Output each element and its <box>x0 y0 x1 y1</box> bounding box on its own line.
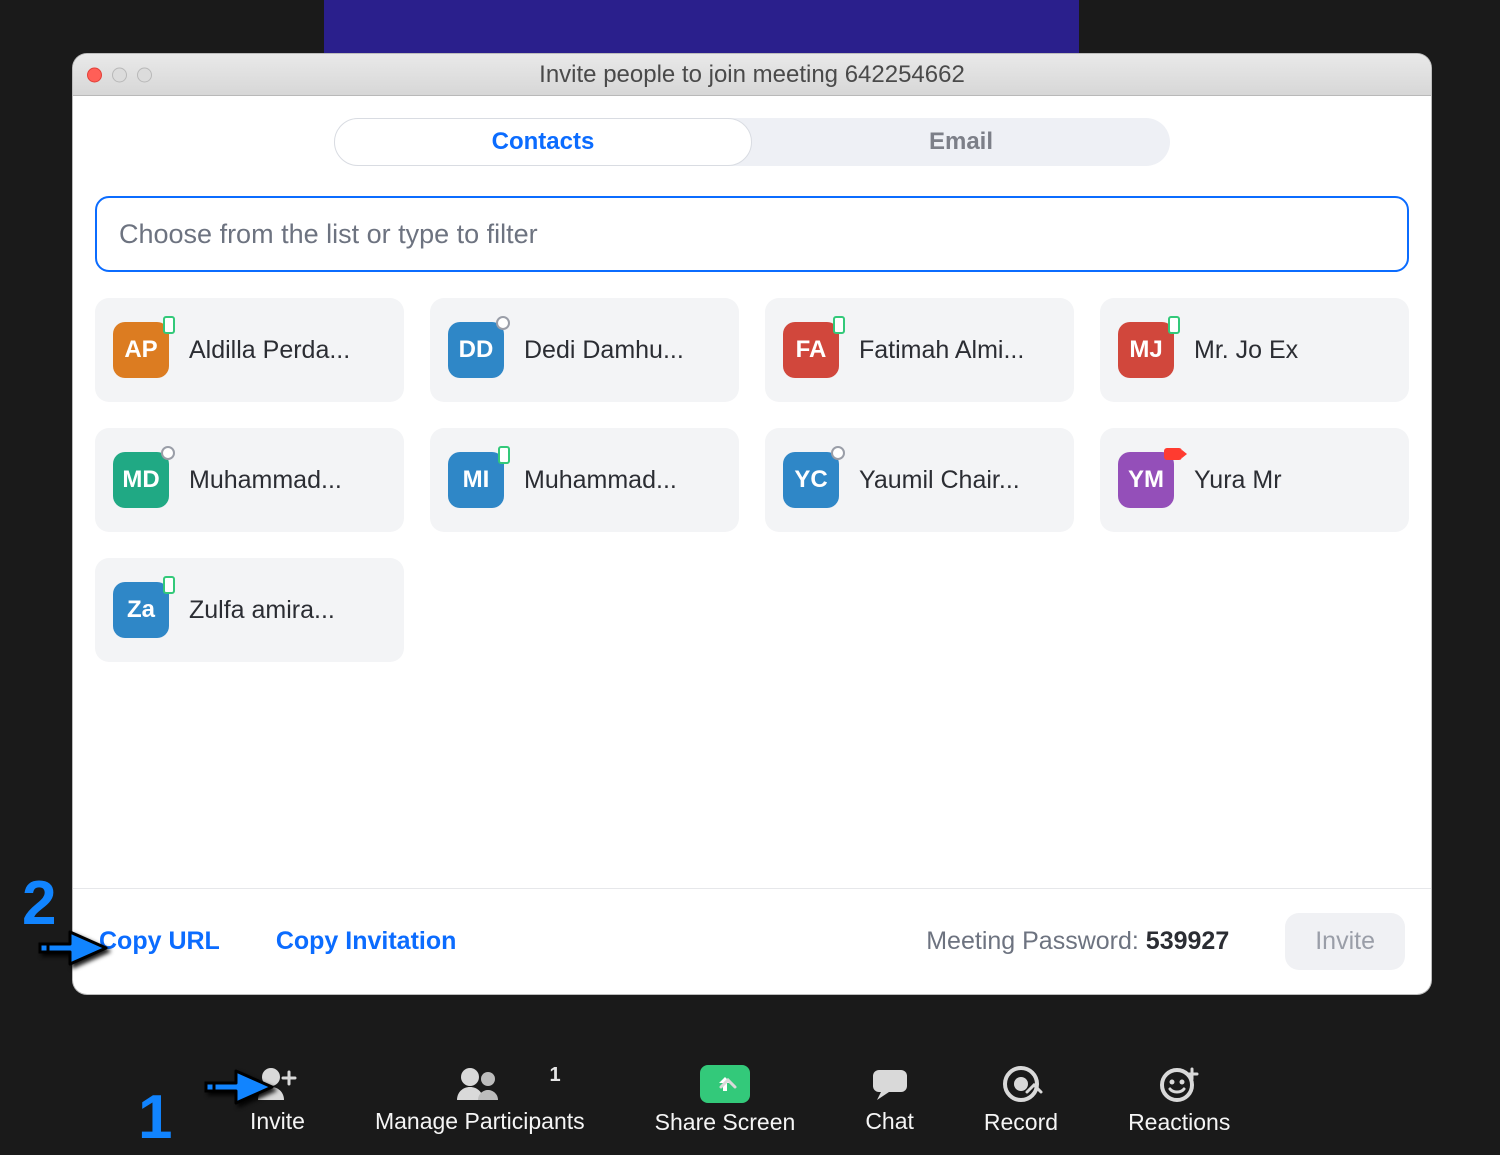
presence-indicator-icon <box>1164 448 1182 460</box>
meeting-password-label: Meeting Password: <box>926 927 1139 955</box>
avatar: Za <box>113 582 169 638</box>
avatar: YC <box>783 452 839 508</box>
contact-name: Muhammad... <box>189 466 386 495</box>
participants-count-badge: 1 <box>550 1064 561 1087</box>
toolbar-reactions-label: Reactions <box>1128 1109 1230 1136</box>
contact-name: Yura Mr <box>1194 466 1391 495</box>
avatar: YM <box>1118 452 1174 508</box>
contact-card[interactable]: FA Fatimah Almi... <box>765 298 1074 402</box>
presence-indicator-icon <box>496 316 510 330</box>
contact-filter-input[interactable] <box>95 196 1409 272</box>
contact-name: Fatimah Almi... <box>859 336 1056 365</box>
annotation-step-1-number: 1 <box>138 1082 172 1153</box>
close-window-button[interactable] <box>87 67 102 82</box>
toolbar-chat[interactable]: Chat <box>865 1066 914 1135</box>
contact-card[interactable]: DD Dedi Damhu... <box>430 298 739 402</box>
share-screen-chevron-icon[interactable] <box>717 1073 739 1095</box>
avatar-wrap: Za <box>113 582 169 638</box>
avatar-wrap: YC <box>783 452 839 508</box>
toolbar-record[interactable]: Record <box>984 1065 1058 1136</box>
avatar: FA <box>783 322 839 378</box>
toolbar-share-screen[interactable]: Share Screen <box>655 1065 796 1136</box>
contact-name: Muhammad... <box>524 466 721 495</box>
reactions-icon <box>1159 1065 1199 1103</box>
participants-icon <box>454 1066 506 1102</box>
tab-contacts[interactable]: Contacts <box>334 118 752 166</box>
avatar: MI <box>448 452 504 508</box>
avatar-wrap: DD <box>448 322 504 378</box>
presence-indicator-icon <box>163 316 175 334</box>
dialog-footer: Copy URL Copy Invitation Meeting Passwor… <box>73 888 1431 994</box>
copy-url-button[interactable]: Copy URL <box>99 927 220 956</box>
avatar: AP <box>113 322 169 378</box>
contact-name: Mr. Jo Ex <box>1194 336 1391 365</box>
invite-button[interactable]: Invite <box>1285 913 1405 970</box>
avatar-wrap: MD <box>113 452 169 508</box>
contact-card[interactable]: YC Yaumil Chair... <box>765 428 1074 532</box>
avatar-wrap: FA <box>783 322 839 378</box>
annotation-pointer-2-icon <box>34 920 112 976</box>
meeting-password-value: 539927 <box>1146 927 1229 955</box>
avatar-wrap: AP <box>113 322 169 378</box>
contact-card[interactable]: MI Muhammad... <box>430 428 739 532</box>
avatar: MD <box>113 452 169 508</box>
copy-invitation-button[interactable]: Copy Invitation <box>276 927 457 956</box>
presence-indicator-icon <box>833 316 845 334</box>
annotation-pointer-1-icon <box>200 1059 278 1115</box>
presence-indicator-icon <box>161 446 175 460</box>
window-titlebar: Invite people to join meeting 642254662 <box>73 54 1431 96</box>
contact-card[interactable]: Za Zulfa amira... <box>95 558 404 662</box>
minimize-window-button[interactable] <box>112 67 127 82</box>
contacts-grid: AP Aldilla Perda... DD Dedi Damhu... FA Fatim… <box>73 272 1431 662</box>
contact-name: Aldilla Perda... <box>189 336 386 365</box>
contact-card[interactable]: MD Muhammad... <box>95 428 404 532</box>
invite-tabs: Contacts Email <box>73 96 1431 166</box>
toolbar-record-label: Record <box>984 1109 1058 1136</box>
toolbar-reactions[interactable]: Reactions <box>1128 1065 1230 1136</box>
presence-indicator-icon <box>1168 316 1180 334</box>
zoom-window-button[interactable] <box>137 67 152 82</box>
contact-card[interactable]: MJ Mr. Jo Ex <box>1100 298 1409 402</box>
tab-email[interactable]: Email <box>752 118 1170 166</box>
record-chevron-icon[interactable] <box>1024 1079 1044 1099</box>
contact-card[interactable]: AP Aldilla Perda... <box>95 298 404 402</box>
contact-name: Dedi Damhu... <box>524 336 721 365</box>
invite-dialog: Invite people to join meeting 642254662 … <box>73 54 1431 994</box>
toolbar-participants-label: Manage Participants <box>375 1108 585 1135</box>
presence-indicator-icon <box>498 446 510 464</box>
contact-name: Yaumil Chair... <box>859 466 1056 495</box>
avatar: MJ <box>1118 322 1174 378</box>
avatar-wrap: MI <box>448 452 504 508</box>
chat-icon <box>869 1066 911 1102</box>
toolbar-chat-label: Chat <box>865 1108 914 1135</box>
toolbar-manage-participants[interactable]: 1 Manage Participants <box>375 1066 585 1135</box>
meeting-password: Meeting Password: 539927 <box>926 927 1229 956</box>
toolbar-share-label: Share Screen <box>655 1109 796 1136</box>
avatar-wrap: MJ <box>1118 322 1174 378</box>
contact-name: Zulfa amira... <box>189 596 386 625</box>
avatar: DD <box>448 322 504 378</box>
avatar-wrap: YM <box>1118 452 1174 508</box>
window-title: Invite people to join meeting 642254662 <box>73 61 1431 89</box>
traffic-lights <box>87 67 152 82</box>
presence-indicator-icon <box>163 576 175 594</box>
presence-indicator-icon <box>831 446 845 460</box>
contact-card[interactable]: YM Yura Mr <box>1100 428 1409 532</box>
